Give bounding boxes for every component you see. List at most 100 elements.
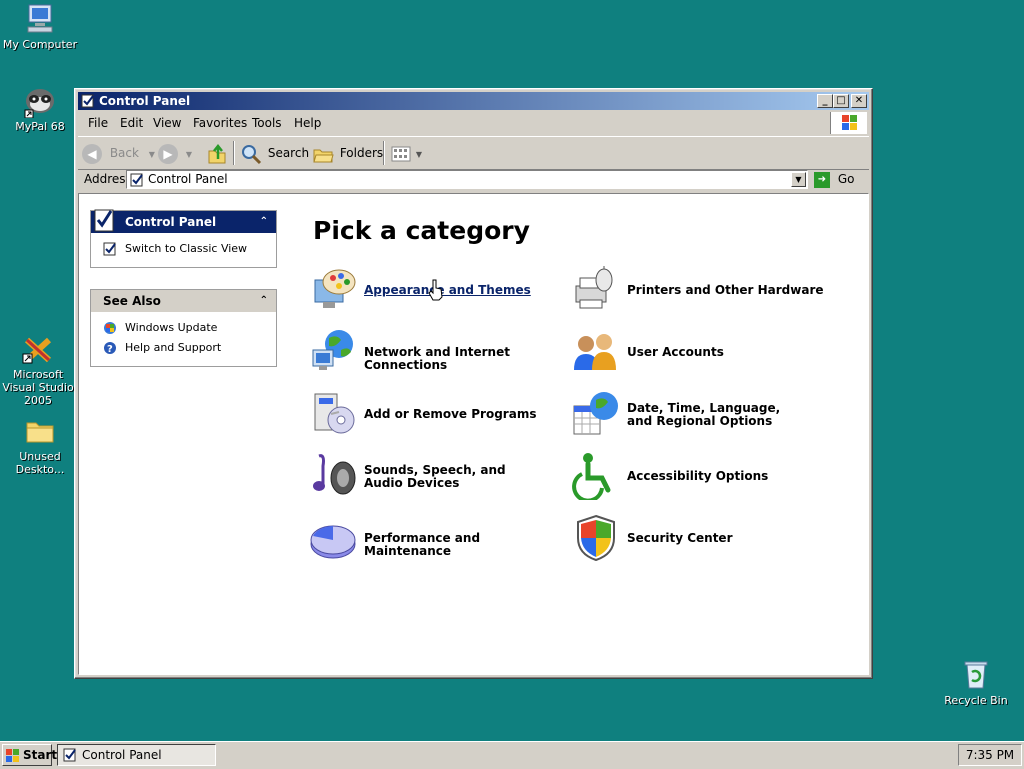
menu-view[interactable]: View: [153, 116, 181, 130]
hand-cursor-icon: [428, 279, 443, 301]
menu-help[interactable]: Help: [294, 116, 321, 130]
go-button[interactable]: ➜ Go: [814, 170, 854, 189]
minimize-button[interactable]: _: [817, 94, 833, 108]
window-title: Control Panel: [99, 94, 191, 108]
control-panel-window: Control Panel _ □ ✕ File Edit View Favor…: [74, 88, 873, 679]
category-label: Accessibility Options: [627, 469, 769, 483]
category-user-accounts[interactable]: User Accounts: [572, 328, 832, 378]
desktop-icon-label: Recycle Bin: [944, 694, 1008, 707]
desktop-icon-recycle-bin[interactable]: Recycle Bin: [936, 658, 1016, 707]
recycle-bin-icon: [959, 658, 993, 692]
printer-icon: [575, 266, 613, 309]
windows-update-label: Windows Update: [125, 321, 218, 334]
category-label: Performance and Maintenance: [364, 531, 481, 558]
svg-text:?: ?: [107, 344, 113, 355]
menu-tools[interactable]: Tools: [252, 116, 282, 130]
address-dropdown-button[interactable]: ▼: [791, 172, 806, 187]
user-accounts-icon: [574, 334, 616, 370]
up-folder-button[interactable]: [206, 141, 228, 165]
control-panel-icon: [81, 94, 95, 108]
category-network-internet[interactable]: Network and Internet Connections: [309, 328, 569, 378]
start-label: Start: [23, 748, 58, 762]
menu-file[interactable]: File: [88, 116, 108, 130]
system-tray-clock[interactable]: 7:35 PM: [958, 744, 1022, 766]
category-add-remove-programs[interactable]: Add or Remove Programs: [309, 390, 569, 440]
category-label: Add or Remove Programs: [364, 407, 537, 421]
menu-edit[interactable]: Edit: [120, 116, 143, 130]
category-date-time-language[interactable]: Date, Time, Language, and Regional Optio…: [572, 390, 832, 440]
category-printers-hardware[interactable]: Printers and Other Hardware: [572, 266, 832, 316]
category-appearance-themes[interactable]: Appearance and Themes: [309, 266, 569, 316]
shield-icon: [577, 514, 615, 562]
windows-flag-icon: [6, 749, 19, 762]
help-and-support-label: Help and Support: [125, 341, 222, 354]
windows-logo-icon: [830, 112, 867, 134]
desktop-icon-my-computer[interactable]: My Computer: [0, 2, 80, 51]
control-panel-icon: [130, 173, 143, 187]
taskbar-item-label: Control Panel: [82, 748, 162, 762]
help-icon: ?: [104, 342, 116, 355]
folder-icon: [23, 414, 57, 448]
clock-label: 7:35 PM: [965, 748, 1015, 762]
help-and-support-link[interactable]: ? Help and Support: [91, 338, 276, 358]
desktop-icon-label: MyPal 68: [15, 120, 65, 133]
address-label: Address: [84, 172, 132, 186]
menu-favorites[interactable]: Favorites: [193, 116, 247, 130]
content-area: Control Panel ⌃ Switch to Classic View S…: [78, 193, 869, 675]
category-security-center[interactable]: Security Center: [572, 514, 832, 564]
forward-button[interactable]: ▶ ▼: [158, 141, 192, 165]
category-performance-maintenance[interactable]: Performance and Maintenance: [309, 514, 569, 564]
folders-icon: [313, 149, 334, 162]
address-value: Control Panel: [148, 172, 228, 186]
folders-button[interactable]: Folders: [312, 141, 383, 165]
category-label: Appearance and Themes: [364, 283, 531, 297]
maximize-button[interactable]: □: [833, 94, 849, 108]
switch-classic-view-link[interactable]: Switch to Classic View: [91, 239, 276, 259]
desktop-icon-label: My Computer: [2, 38, 78, 51]
switch-classic-view-label: Switch to Classic View: [125, 242, 248, 255]
collapse-chevron-icon[interactable]: ⌃: [260, 290, 268, 312]
visual-studio-icon: [21, 332, 55, 366]
taskbar-item-control-panel[interactable]: Control Panel: [57, 744, 216, 766]
category-label: Network and Internet Connections: [364, 345, 510, 372]
category-label: Printers and Other Hardware: [627, 283, 824, 297]
windows-update-link[interactable]: Windows Update: [91, 318, 276, 338]
pie-chart-icon: [310, 525, 356, 559]
views-grid-icon: [391, 146, 411, 161]
control-panel-checklist-icon: [94, 209, 114, 232]
category-accessibility[interactable]: Accessibility Options: [572, 452, 832, 502]
see-also-header[interactable]: See Also ⌃: [91, 290, 276, 312]
appearance-themes-icon: [314, 269, 356, 308]
search-button[interactable]: Search: [240, 141, 309, 165]
back-label: Back: [109, 146, 139, 160]
go-label: Go: [837, 172, 855, 186]
address-input[interactable]: Control Panel ▼: [126, 170, 808, 189]
title-bar[interactable]: Control Panel _ □ ✕: [78, 92, 869, 110]
mypal-raccoon-icon: [23, 84, 57, 119]
category-label: Sounds, Speech, and Audio Devices: [364, 463, 506, 490]
back-dropdown-icon: ▼: [148, 150, 155, 159]
forward-arrow-icon: ▶: [158, 143, 178, 164]
search-icon: [242, 144, 262, 164]
start-button[interactable]: Start: [2, 744, 57, 766]
classic-view-icon: [103, 242, 116, 256]
back-button[interactable]: ◀ Back ▼: [82, 141, 155, 165]
search-label: Search: [267, 146, 310, 160]
see-also-title: See Also: [103, 294, 161, 308]
desktop-icon-label: Unused Deskto...: [15, 450, 65, 476]
desktop-icon-visual-studio[interactable]: Microsoft Visual Studio 2005: [0, 332, 78, 407]
accessibility-icon: [572, 453, 611, 500]
up-folder-icon: [208, 143, 226, 163]
desktop-icon-mypal[interactable]: MyPal 68: [0, 84, 80, 133]
network-globe-icon: [312, 330, 353, 370]
category-sounds-speech-audio[interactable]: Sounds, Speech, and Audio Devices: [309, 452, 569, 502]
desktop-icon-unused-desktop[interactable]: Unused Deskto...: [0, 414, 80, 476]
collapse-chevron-icon[interactable]: ⌃: [260, 211, 268, 233]
page-title: Pick a category: [313, 216, 530, 245]
toolbar-separator: [383, 141, 385, 165]
task-pane-header[interactable]: Control Panel ⌃: [91, 209, 276, 233]
see-also-pane: See Also ⌃ Windows Update ? Help and Sup…: [90, 289, 277, 367]
close-button[interactable]: ✕: [851, 94, 867, 108]
back-arrow-icon: ◀: [82, 143, 102, 164]
views-button[interactable]: ▼: [390, 141, 422, 165]
